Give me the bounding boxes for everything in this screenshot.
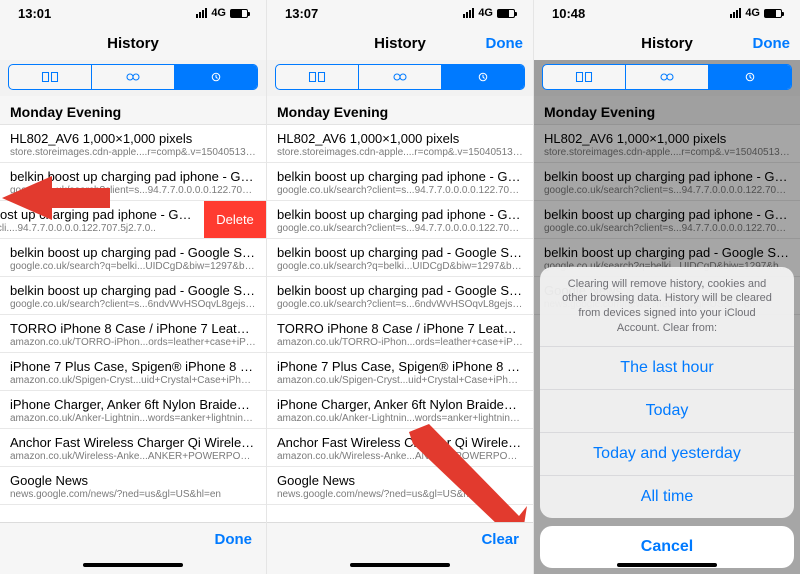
tab-bookmarks[interactable] <box>276 65 358 89</box>
done-button[interactable]: Done <box>215 531 253 548</box>
home-indicator <box>0 556 266 574</box>
network-label: 4G <box>211 7 226 19</box>
tab-bookmarks[interactable] <box>9 65 91 89</box>
battery-icon <box>764 9 782 18</box>
battery-icon <box>497 9 515 18</box>
history-list[interactable]: Monday Evening HL802_AV6 1,000×1,000 pix… <box>0 96 266 522</box>
tab-reading-list[interactable] <box>358 65 441 89</box>
status-bar: 10:48 4G <box>534 0 800 26</box>
signal-icon <box>730 8 741 18</box>
signal-icon <box>196 8 207 18</box>
sheet-message: Clearing will remove history, cookies an… <box>540 267 794 346</box>
history-row[interactable]: belkin boost up charging pad iphone - Go… <box>0 163 266 201</box>
clear-all-time[interactable]: All time <box>540 475 794 518</box>
history-row[interactable]: belkin boost up charging pad - Google Se… <box>267 239 533 277</box>
screen-1-swipe-delete: 13:01 4G History Monday Evening HL802_AV… <box>0 0 266 574</box>
status-time: 13:01 <box>18 6 51 21</box>
home-indicator <box>534 556 800 574</box>
network-label: 4G <box>745 7 760 19</box>
history-row[interactable]: iPhone Charger, Anker 6ft Nylon Braided … <box>0 391 266 429</box>
nav-bar: History Done <box>534 26 800 60</box>
history-row-swiped[interactable]: belkin boost up charging pad iphone - Go… <box>0 201 204 238</box>
tab-reading-list[interactable] <box>625 65 708 89</box>
history-row[interactable]: Anchor Fast Wireless Charger Qi Wireless… <box>0 429 266 467</box>
history-row[interactable]: belkin boost up charging pad - Google Se… <box>0 277 266 315</box>
segmented-control[interactable] <box>542 64 792 90</box>
history-row[interactable]: belkin boost up charging pad - Google Se… <box>0 239 266 277</box>
delete-button[interactable]: Delete <box>204 201 266 238</box>
page-title: History <box>107 35 159 52</box>
history-row[interactable]: HL802_AV6 1,000×1,000 pixelsstore.storei… <box>267 125 533 163</box>
status-time: 10:48 <box>552 6 585 21</box>
done-button[interactable]: Done <box>753 35 791 52</box>
history-row: HL802_AV6 1,000×1,000 pixelsstore.storei… <box>534 125 800 163</box>
history-row[interactable]: Anchor Fast Wireless Charger Qi Wireless… <box>267 429 533 467</box>
history-list[interactable]: Monday Evening HL802_AV6 1,000×1,000 pix… <box>267 96 533 522</box>
clear-today-yesterday[interactable]: Today and yesterday <box>540 432 794 475</box>
history-row[interactable]: iPhone 7 Plus Case, Spigen® iPhone 8 Plu… <box>267 353 533 391</box>
battery-icon <box>230 9 248 18</box>
home-indicator <box>267 556 533 574</box>
bottom-toolbar: Clear <box>267 522 533 556</box>
history-row[interactable]: belkin boost up charging pad - Google Se… <box>267 277 533 315</box>
clear-last-hour[interactable]: The last hour <box>540 346 794 389</box>
section-header: Monday Evening <box>267 96 533 125</box>
history-row[interactable]: belkin boost up charging pad iphone - Go… <box>267 163 533 201</box>
history-row: belkin boost up charging pad iphone - Go… <box>534 201 800 239</box>
signal-icon <box>463 8 474 18</box>
clear-action-sheet: Clearing will remove history, cookies an… <box>540 267 794 568</box>
history-row[interactable]: TORRO iPhone 8 Case / iPhone 7 Leather..… <box>267 315 533 353</box>
nav-bar: History <box>0 26 266 60</box>
screen-2-clear-button: 13:07 4G History Done Monday Evening HL8… <box>266 0 533 574</box>
page-title: History <box>641 35 693 52</box>
section-header: Monday Evening <box>0 96 266 125</box>
network-label: 4G <box>478 7 493 19</box>
nav-bar: History Done <box>267 26 533 60</box>
history-row: belkin boost up charging pad iphone - Go… <box>534 163 800 201</box>
history-row[interactable]: iPhone 7 Plus Case, Spigen® iPhone 8 Plu… <box>0 353 266 391</box>
tab-bookmarks[interactable] <box>543 65 625 89</box>
status-time: 13:07 <box>285 6 318 21</box>
tab-history[interactable] <box>441 65 524 89</box>
history-row[interactable]: belkin boost up charging pad iphone - Go… <box>267 201 533 239</box>
clear-button[interactable]: Clear <box>481 531 519 548</box>
history-row[interactable]: iPhone Charger, Anker 6ft Nylon Braided … <box>267 391 533 429</box>
history-row[interactable]: TORRO iPhone 8 Case / iPhone 7 Leather..… <box>0 315 266 353</box>
segmented-control[interactable] <box>275 64 525 90</box>
clear-today[interactable]: Today <box>540 389 794 432</box>
tab-history[interactable] <box>708 65 791 89</box>
bottom-toolbar: Done <box>0 522 266 556</box>
tab-reading-list[interactable] <box>91 65 174 89</box>
history-row[interactable]: Google Newsnews.google.com/news/?ned=us&… <box>0 467 266 505</box>
history-row[interactable]: HL802_AV6 1,000×1,000 pixelsstore.storei… <box>0 125 266 163</box>
screen-3-action-sheet: 10:48 4G History Done Monday Evening HL8… <box>533 0 800 574</box>
section-header: Monday Evening <box>534 96 800 125</box>
status-bar: 13:01 4G <box>0 0 266 26</box>
history-row[interactable]: Google Newsnews.google.com/news/?ned=us&… <box>267 467 533 505</box>
page-title: History <box>374 35 426 52</box>
tab-history[interactable] <box>174 65 257 89</box>
done-button[interactable]: Done <box>486 35 524 52</box>
status-bar: 13:07 4G <box>267 0 533 26</box>
segmented-control[interactable] <box>8 64 258 90</box>
